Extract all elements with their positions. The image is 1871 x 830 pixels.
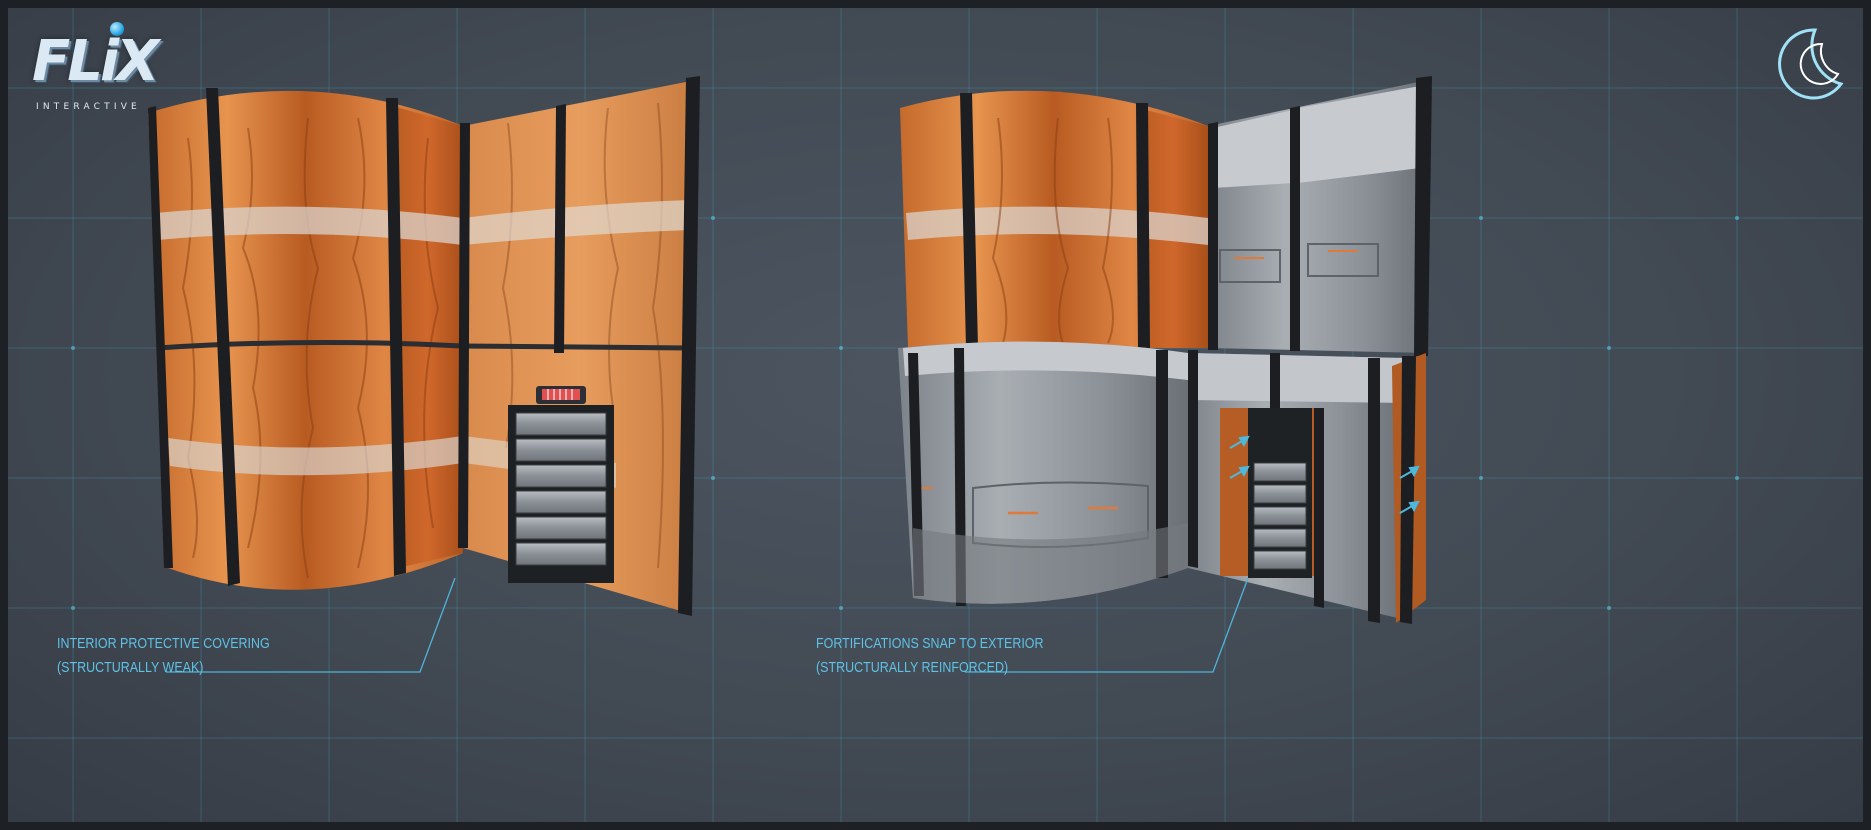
caption-interior-covering: INTERIOR PROTECTIVE COVERING (STRUCTURAL… [57,632,270,680]
caption-right-line1: FORTIFICATIONS SNAP TO EXTERIOR [816,636,1044,652]
logo-subtext: INTERACTIVE [36,102,141,112]
caption-leader-lines [166,577,1249,673]
caption-left-line1: INTERIOR PROTECTIVE COVERING [57,636,270,652]
caption-right-line2: (STRUCTURALLY REINFORCED) [816,660,1009,676]
logo-wordmark: FLiX [32,29,159,94]
flix-interactive-logo: FLiX INTERACTIVE [30,16,160,116]
caption-fortifications: FORTIFICATIONS SNAP TO EXTERIOR (STRUCTU… [816,632,1044,680]
caption-left-line2: (STRUCTURALLY WEAK) [57,660,204,676]
crescent-moon-icon [1778,28,1844,100]
artwork-canvas: FLiX INTERACTIVE INTERIOR PROTECTIVE COV… [8,8,1863,822]
